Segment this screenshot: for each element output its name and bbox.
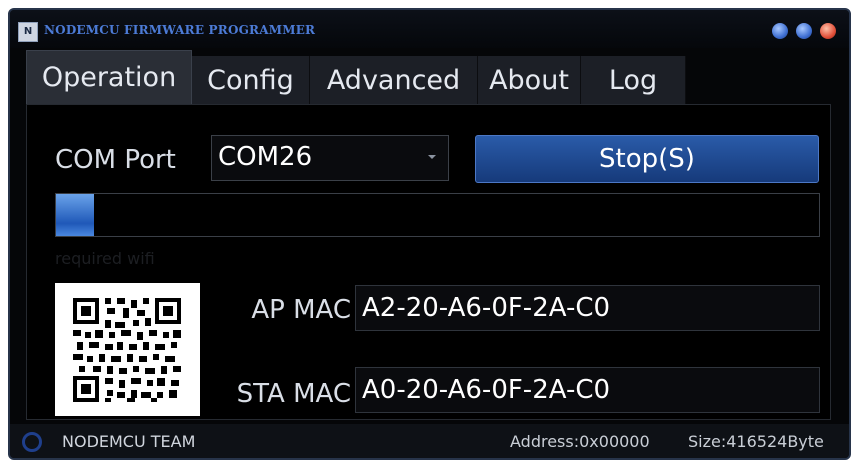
address-readout: Address:0x00000 bbox=[510, 432, 650, 451]
qr-code-icon bbox=[71, 296, 183, 404]
team-logo-icon bbox=[22, 432, 42, 452]
maximize-button[interactable] bbox=[796, 23, 812, 39]
progress-fill bbox=[56, 194, 95, 236]
sta-mac-label: STA MAC bbox=[236, 379, 351, 409]
tab-bar: Operation Config Advanced About Log bbox=[26, 50, 686, 104]
minimize-button[interactable] bbox=[772, 23, 788, 39]
qr-code bbox=[55, 283, 200, 416]
progress-bar bbox=[55, 193, 820, 237]
ap-mac-label: AP MAC bbox=[251, 295, 351, 325]
ap-mac-field[interactable]: A2-20-A6-0F-2A-C0 bbox=[355, 285, 820, 331]
window-title: NODEMCU FIRMWARE PROGRAMMER bbox=[44, 23, 316, 37]
com-port-value: COM26 bbox=[218, 142, 313, 172]
sta-mac-field[interactable]: A0-20-A6-0F-2A-C0 bbox=[355, 367, 820, 413]
tab-operation[interactable]: Operation bbox=[26, 50, 192, 104]
com-port-select[interactable]: COM26 bbox=[211, 135, 449, 181]
close-button[interactable] bbox=[820, 23, 836, 39]
tab-advanced[interactable]: Advanced bbox=[310, 56, 478, 104]
status-bar: NODEMCU TEAM Address:0x00000 Size:416524… bbox=[10, 424, 849, 458]
team-label: NODEMCU TEAM bbox=[62, 432, 196, 451]
chevron-down-icon[interactable] bbox=[428, 155, 436, 159]
com-port-label: COM Port bbox=[55, 145, 176, 175]
stop-button[interactable]: Stop(S) bbox=[475, 135, 819, 183]
operation-panel: COM Port COM26 Stop(S) required wifi AP … bbox=[26, 104, 831, 420]
size-readout: Size:416524Byte bbox=[688, 432, 824, 451]
hint-text: required wifi bbox=[55, 249, 155, 268]
tab-log[interactable]: Log bbox=[581, 56, 686, 104]
tab-about[interactable]: About bbox=[478, 56, 581, 104]
tab-config[interactable]: Config bbox=[192, 56, 310, 104]
programmer-window: N NODEMCU FIRMWARE PROGRAMMER Operation … bbox=[8, 8, 851, 460]
title-bar[interactable]: N NODEMCU FIRMWARE PROGRAMMER bbox=[10, 10, 849, 48]
app-icon: N bbox=[18, 22, 38, 42]
